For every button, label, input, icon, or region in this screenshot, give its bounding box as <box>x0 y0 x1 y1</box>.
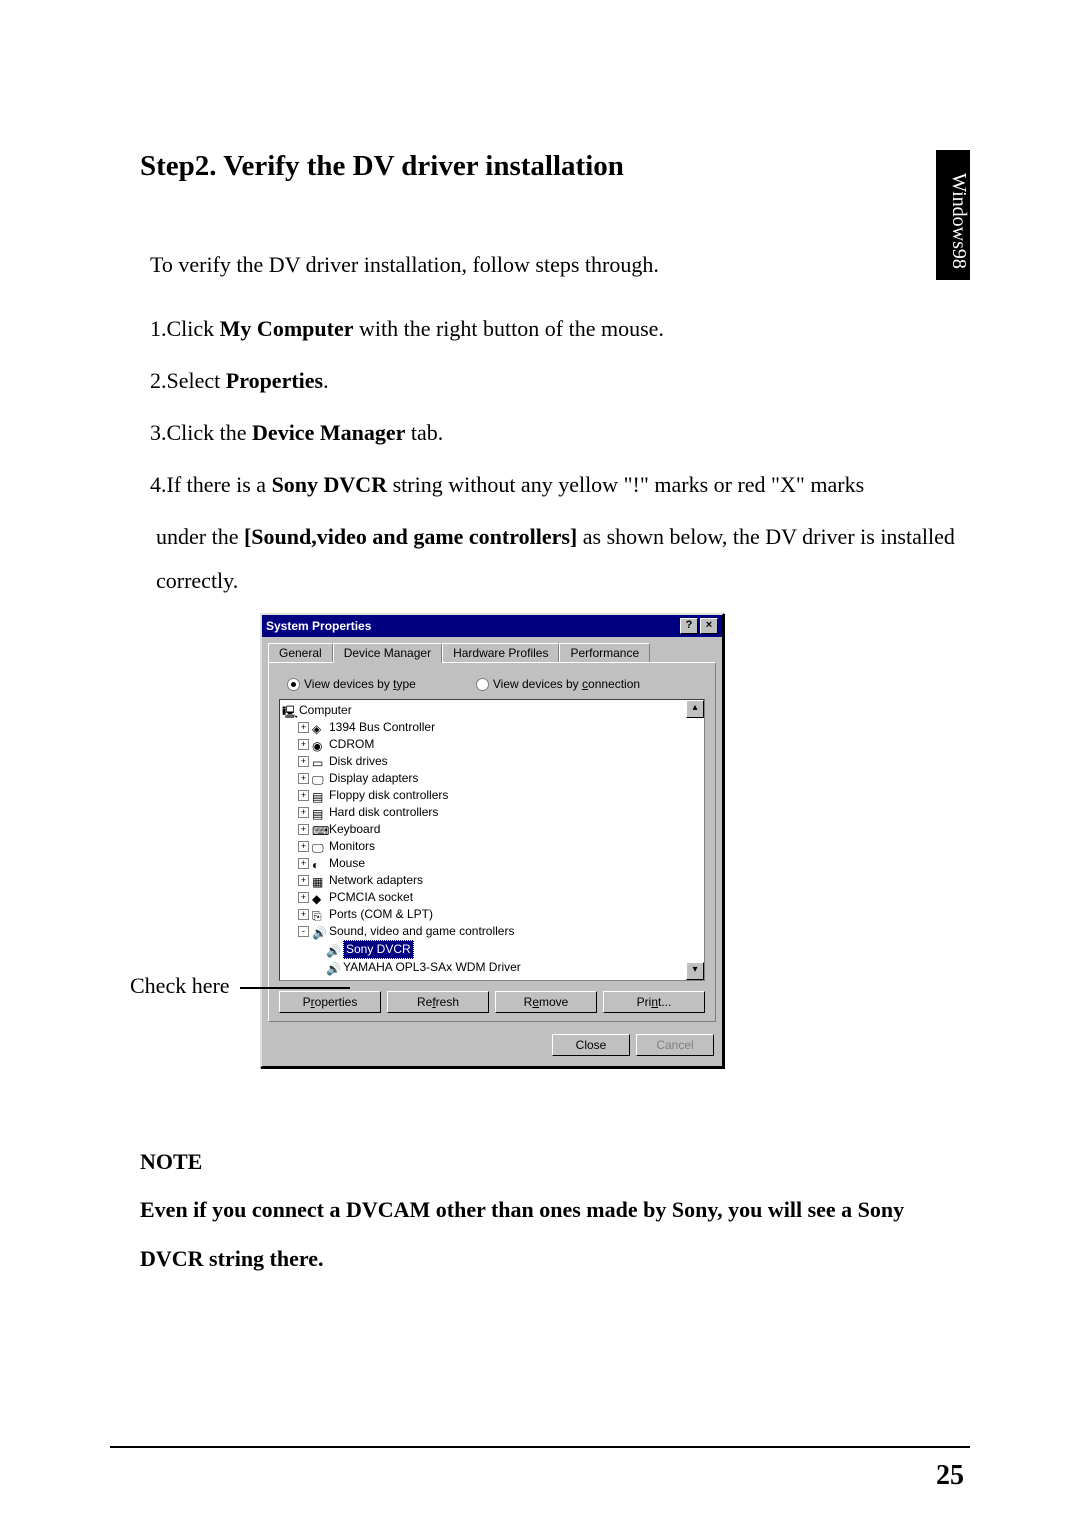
tab-performance[interactable]: Performance <box>559 643 650 662</box>
tree-item[interactable]: +▭Disk drives <box>282 753 702 770</box>
radio-view-by-type[interactable]: View devices by type <box>287 677 416 691</box>
step-4-line1: 4.If there is a Sony DVCR string without… <box>150 463 970 507</box>
tree-item-sony-dvcr[interactable]: 🔊Sony DVCR <box>282 940 702 959</box>
tree-item[interactable]: +🖵Display adapters <box>282 770 702 787</box>
tree-item[interactable]: +◆PCMCIA socket <box>282 889 702 906</box>
side-tab-windows98: Windows98 <box>936 150 970 280</box>
expand-icon[interactable]: + <box>298 756 309 767</box>
page-number: 25 <box>936 1460 964 1492</box>
properties-button[interactable]: Properties <box>279 991 381 1013</box>
radio-view-by-connection[interactable]: View devices by connection <box>476 677 640 691</box>
scroll-up-button[interactable]: ▴ <box>686 700 704 718</box>
step-1: 1.Click My Computer with the right butto… <box>150 307 970 351</box>
sound-icon: 🔊 <box>312 925 326 939</box>
tree-item[interactable]: +◐Mouse <box>282 855 702 872</box>
device-icon: ◈ <box>312 721 326 735</box>
refresh-button[interactable]: Refresh <box>387 991 489 1013</box>
expand-icon[interactable]: + <box>298 858 309 869</box>
radio-icon <box>287 678 300 691</box>
hdd-icon: ▤ <box>312 806 326 820</box>
tab-panel: View devices by type View devices by con… <box>268 662 716 1022</box>
page-heading: Step2. Verify the DV driver installation <box>140 150 970 183</box>
close-dialog-button[interactable]: Close <box>552 1034 630 1056</box>
radio-icon <box>476 678 489 691</box>
device-tree[interactable]: ▴ ▾ 🖳 Computer +◈1394 Bus Controller +◉C… <box>279 699 705 981</box>
footer-rule <box>110 1446 970 1448</box>
dialog-title: System Properties <box>266 619 371 633</box>
cancel-button: Cancel <box>636 1034 714 1056</box>
check-here-label: Check here <box>130 973 230 999</box>
tree-item[interactable]: +🖵Monitors <box>282 838 702 855</box>
tree-item[interactable]: +◈1394 Bus Controller <box>282 719 702 736</box>
expand-icon[interactable]: + <box>298 773 309 784</box>
expand-icon[interactable]: + <box>298 722 309 733</box>
tab-device-manager[interactable]: Device Manager <box>333 643 442 663</box>
tree-item[interactable]: +⎘Ports (COM & LPT) <box>282 906 702 923</box>
expand-icon[interactable]: + <box>298 875 309 886</box>
tab-hardware-profiles[interactable]: Hardware Profiles <box>442 643 559 662</box>
scroll-down-button[interactable]: ▾ <box>686 962 704 980</box>
close-button[interactable]: × <box>700 618 718 634</box>
tree-item[interactable]: +▤Hard disk controllers <box>282 804 702 821</box>
tabs-row: General Device Manager Hardware Profiles… <box>268 643 716 662</box>
keyboard-icon: ⌨ <box>312 823 326 837</box>
expand-icon[interactable]: + <box>298 824 309 835</box>
display-icon: 🖵 <box>312 772 326 786</box>
tree-root-computer[interactable]: 🖳 Computer <box>282 702 702 719</box>
pcmcia-icon: ◆ <box>312 891 326 905</box>
help-button[interactable]: ? <box>680 618 698 634</box>
dialog-titlebar: System Properties ? × <box>262 615 722 637</box>
step-3: 3.Click the Device Manager tab. <box>150 411 970 455</box>
note-body: Even if you connect a DVCAM other than o… <box>140 1186 970 1283</box>
monitor-icon: 🖵 <box>312 840 326 854</box>
step-4-line2: under the [Sound,video and game controll… <box>156 515 970 603</box>
disk-icon: ▭ <box>312 755 326 769</box>
intro-text: To verify the DV driver installation, fo… <box>150 243 970 287</box>
tree-item[interactable]: +⌨Keyboard <box>282 821 702 838</box>
tab-general[interactable]: General <box>268 643 333 662</box>
tree-item-sound[interactable]: -🔊Sound, video and game controllers <box>282 923 702 940</box>
expand-icon[interactable]: + <box>298 807 309 818</box>
expand-icon[interactable]: + <box>298 909 309 920</box>
print-button[interactable]: Print... <box>603 991 705 1013</box>
sound-icon: 🔊 <box>326 943 340 957</box>
sound-icon: 🔊 <box>326 961 340 975</box>
check-here-leader-line <box>240 987 350 989</box>
mouse-icon: ◐ <box>312 857 326 871</box>
computer-icon: 🖳 <box>282 704 296 718</box>
cdrom-icon: ◉ <box>312 738 326 752</box>
tree-item[interactable]: +▤Floppy disk controllers <box>282 787 702 804</box>
remove-button[interactable]: Remove <box>495 991 597 1013</box>
floppy-icon: ▤ <box>312 789 326 803</box>
expand-icon[interactable]: + <box>298 841 309 852</box>
expand-icon[interactable]: + <box>298 790 309 801</box>
expand-icon[interactable]: + <box>298 892 309 903</box>
ports-icon: ⎘ <box>312 908 326 922</box>
tree-item-yamaha[interactable]: 🔊YAMAHA OPL3-SAx WDM Driver <box>282 959 702 976</box>
collapse-icon[interactable]: - <box>298 926 309 937</box>
network-icon: ▦ <box>312 874 326 888</box>
system-properties-dialog: System Properties ? × General Device Man… <box>260 613 724 1068</box>
note-label: NOTE <box>140 1138 970 1186</box>
tree-item[interactable]: +◉CDROM <box>282 736 702 753</box>
tree-item[interactable]: +▦Network adapters <box>282 872 702 889</box>
expand-icon[interactable]: + <box>298 739 309 750</box>
step-2: 2.Select Properties. <box>150 359 970 403</box>
